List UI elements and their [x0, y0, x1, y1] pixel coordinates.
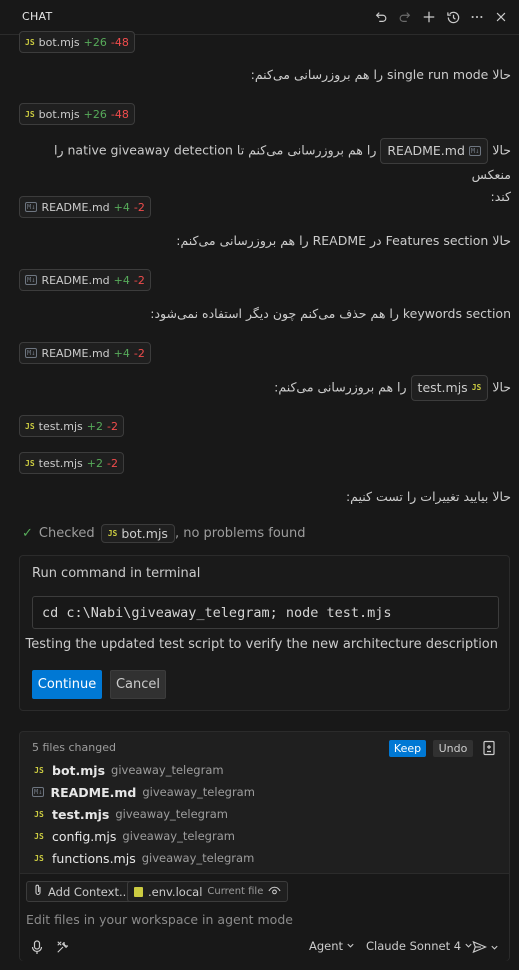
chat-header: CHAT	[0, 0, 519, 35]
edit-file-name: README.md	[41, 200, 110, 214]
tab-chat[interactable]: CHAT	[22, 0, 53, 35]
env-file-icon	[134, 886, 143, 897]
lines-removed: -2	[133, 273, 145, 287]
edit-chip[interactable]: JS bot.mjs +26 -48	[19, 103, 135, 125]
js-file-icon: JS	[25, 37, 35, 47]
markdown-file-icon: M↓	[25, 348, 38, 358]
edit-chip[interactable]: JS test.mjs +2 -2	[19, 415, 124, 437]
header-actions	[371, 6, 511, 28]
changed-file-item[interactable]: M↓ README.md giveaway_telegram	[32, 782, 255, 802]
js-file-icon: JS	[25, 458, 35, 468]
js-file-icon: JS	[34, 809, 44, 819]
js-file-icon: JS	[25, 109, 35, 119]
lines-removed: -48	[110, 35, 129, 49]
mode-picker[interactable]: Agent	[309, 939, 355, 953]
chevron-down-icon	[346, 939, 355, 953]
lines-added: +26	[83, 35, 107, 49]
changed-file-item[interactable]: JS test.mjs giveaway_telegram	[32, 804, 228, 824]
edit-file-name: test.mjs	[38, 419, 83, 433]
lines-removed: -2	[133, 200, 145, 214]
chat-input-area: Add Context... .env.local Current file E…	[20, 873, 509, 961]
edit-chip[interactable]: JS test.mjs +2 -2	[19, 452, 124, 474]
markdown-file-icon: M↓	[25, 202, 38, 212]
edit-file-name: test.mjs	[38, 456, 83, 470]
assistant-message: keywords section را هم حذف می‌کنم چون دی…	[150, 306, 511, 321]
js-file-icon: JS	[107, 529, 118, 538]
add-context-button[interactable]: Add Context...	[26, 881, 137, 902]
review-changes-icon[interactable]	[480, 738, 498, 758]
markdown-file-icon: M↓	[32, 787, 45, 797]
js-file-icon: JS	[34, 831, 44, 841]
history-icon[interactable]	[443, 6, 463, 28]
edit-chip[interactable]: JS bot.mjs +26 -48	[19, 31, 135, 53]
changed-file-item[interactable]: JS config.mjs giveaway_telegram	[32, 826, 235, 846]
changed-files-panel: 5 files changed Keep Undo JS bot.mjs giv…	[19, 731, 510, 961]
check-icon: ✓	[22, 526, 33, 541]
lines-added: +4	[113, 273, 130, 287]
lines-removed: -48	[110, 107, 129, 121]
js-file-icon: JS	[25, 421, 35, 431]
lines-removed: -2	[106, 419, 118, 433]
keep-button[interactable]: Keep	[389, 740, 426, 757]
chat-input[interactable]: Edit files in your workspace in agent mo…	[26, 912, 293, 927]
edit-file-name: README.md	[41, 273, 110, 287]
eye-icon[interactable]	[268, 885, 281, 899]
plus-icon[interactable]	[419, 6, 439, 28]
close-icon[interactable]	[491, 6, 511, 28]
edit-chip[interactable]: M↓ README.md +4 -2	[19, 269, 151, 291]
edit-file-name: bot.mjs	[38, 107, 80, 121]
markdown-file-icon: M↓	[25, 275, 38, 285]
files-changed-count: 5 files changed	[32, 741, 116, 754]
lines-removed: -2	[133, 346, 145, 360]
input-toolbar: Agent Claude Sonnet 4	[20, 936, 509, 960]
more-icon[interactable]	[467, 6, 487, 28]
problems-check-result: ✓ Checked JS bot.mjs , no problems found	[22, 524, 306, 543]
current-file-context-chip[interactable]: .env.local Current file	[127, 881, 289, 902]
run-command-title: Run command in terminal	[32, 566, 201, 581]
tools-icon[interactable]	[54, 938, 72, 956]
edit-chip[interactable]: M↓ README.md +4 -2	[19, 196, 151, 218]
edit-file-name: bot.mjs	[38, 35, 80, 49]
file-reference-chip[interactable]: README.md M↓	[380, 138, 489, 164]
file-reference-chip[interactable]: test.mjs JS	[410, 375, 489, 401]
assistant-message: حالا single run mode را هم بروزرسانی می‌…	[250, 67, 511, 82]
undo-icon[interactable]	[371, 6, 391, 28]
assistant-message: حالا test.mjs JS را هم بروزرسانی می‌کنم:	[274, 375, 511, 401]
send-options-chevron-icon[interactable]	[488, 938, 500, 956]
changed-file-item[interactable]: JS functions.mjs giveaway_telegram	[32, 848, 254, 868]
command-explanation: Testing the updated test script to verif…	[25, 637, 499, 652]
microphone-icon[interactable]	[28, 938, 46, 956]
lines-added: +2	[86, 456, 103, 470]
paperclip-icon	[33, 884, 43, 899]
js-file-icon: JS	[34, 765, 44, 775]
js-file-icon: JS	[471, 383, 482, 392]
edit-file-name: README.md	[41, 346, 110, 360]
markdown-file-icon: M↓	[468, 146, 482, 156]
command-text[interactable]: cd c:\Nabi\giveaway_telegram; node test.…	[32, 596, 499, 629]
edit-chip[interactable]: M↓ README.md +4 -2	[19, 342, 151, 364]
assistant-message: حالا بیایید تغییرات را تست کنیم:	[345, 489, 511, 504]
assistant-message: حالا Features section در README را هم بر…	[176, 233, 511, 248]
send-icon[interactable]	[470, 938, 488, 956]
changed-file-item[interactable]: JS bot.mjs giveaway_telegram	[32, 760, 223, 780]
continue-button[interactable]: Continue	[32, 670, 102, 699]
lines-added: +4	[113, 200, 130, 214]
lines-added: +26	[83, 107, 107, 121]
undo-button[interactable]: Undo	[433, 740, 473, 757]
file-reference-chip[interactable]: JS bot.mjs	[100, 524, 175, 543]
redo-icon[interactable]	[395, 6, 415, 28]
js-file-icon: JS	[34, 853, 44, 863]
lines-removed: -2	[106, 456, 118, 470]
cancel-button[interactable]: Cancel	[110, 670, 166, 699]
lines-added: +4	[113, 346, 130, 360]
run-command-card: Run command in terminal cd c:\Nabi\givea…	[19, 555, 510, 711]
model-picker[interactable]: Claude Sonnet 4	[366, 939, 473, 953]
lines-added: +2	[86, 419, 103, 433]
